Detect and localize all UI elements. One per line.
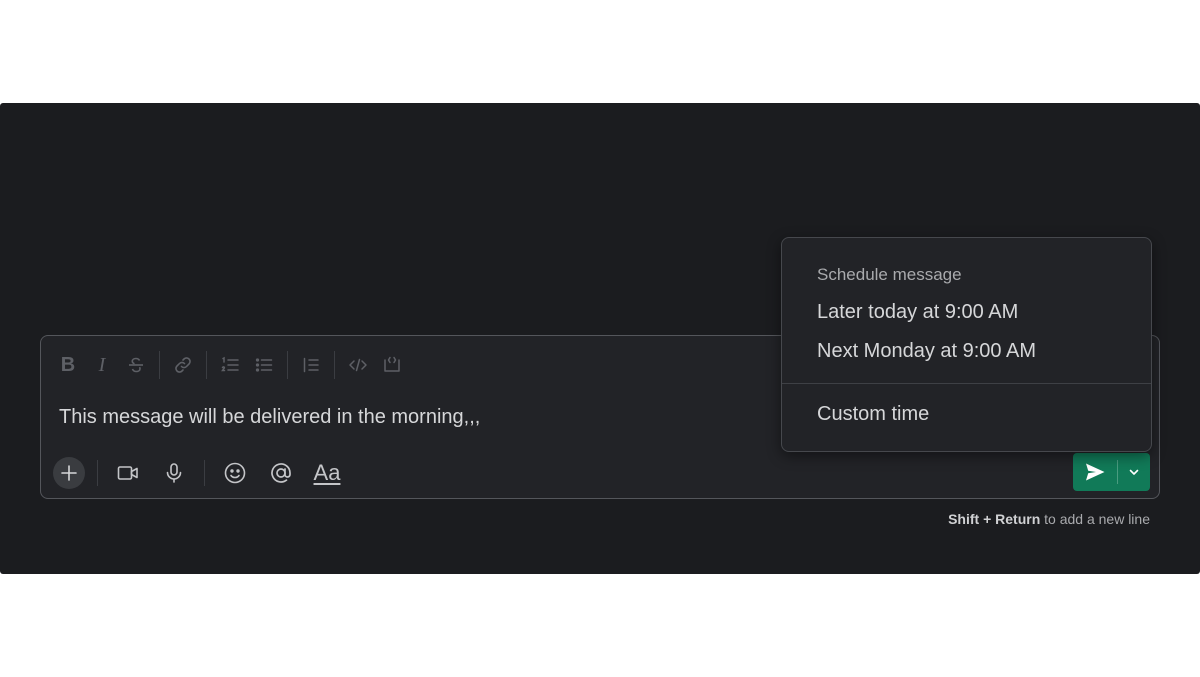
toolbar-divider <box>287 351 288 379</box>
chevron-down-icon <box>1129 469 1139 475</box>
send-button[interactable] <box>1073 453 1117 491</box>
toolbar-divider <box>334 351 335 379</box>
toolbar-divider <box>204 460 205 486</box>
link-button[interactable] <box>166 349 200 381</box>
schedule-custom-time[interactable]: Custom time <box>782 395 1151 433</box>
send-button-group <box>1073 453 1150 491</box>
code-block-icon <box>384 356 400 372</box>
schedule-later-today[interactable]: Later today at 9:00 AM <box>782 293 1151 331</box>
toolbar-divider <box>97 460 98 486</box>
bullet-list-button[interactable] <box>247 349 281 381</box>
schedule-next-monday[interactable]: Next Monday at 9:00 AM <box>782 332 1151 370</box>
italic-button[interactable]: I <box>85 349 119 381</box>
send-icon <box>1086 463 1105 481</box>
strikethrough-button[interactable] <box>119 349 153 381</box>
message-input[interactable]: This message will be delivered in the mo… <box>59 406 480 429</box>
schedule-options-button[interactable] <box>1118 453 1150 491</box>
bullet-list-icon <box>255 358 273 372</box>
audio-clip-button[interactable] <box>156 455 192 491</box>
code-block-button[interactable] <box>375 349 409 381</box>
menu-divider <box>782 383 1151 384</box>
add-attachment-button[interactable] <box>53 457 85 489</box>
ordered-list-button[interactable] <box>213 349 247 381</box>
new-line-hint: Shift + Return to add a new line <box>948 511 1150 527</box>
schedule-menu-header: Schedule message <box>817 265 962 284</box>
hint-suffix: to add a new line <box>1040 511 1150 527</box>
blockquote-button[interactable] <box>294 349 328 381</box>
microphone-icon <box>166 463 182 483</box>
code-icon <box>349 358 367 372</box>
hint-shortcut: Shift + Return <box>948 511 1041 527</box>
video-camera-icon <box>117 466 138 480</box>
toolbar-divider <box>159 351 160 379</box>
code-button[interactable] <box>341 349 375 381</box>
strikethrough-icon <box>129 357 143 373</box>
ordered-list-icon <box>221 356 239 372</box>
toolbar-divider <box>206 351 207 379</box>
schedule-message-menu: Schedule message Later today at 9:00 AM … <box>781 237 1152 452</box>
at-sign-icon <box>271 463 291 483</box>
composer-actions: Aa <box>53 453 355 493</box>
bold-button[interactable]: B <box>51 349 85 381</box>
mention-button[interactable] <box>263 455 299 491</box>
smiley-icon <box>224 462 246 484</box>
italic-label: I <box>98 353 106 376</box>
video-clip-button[interactable] <box>110 455 146 491</box>
link-icon <box>175 357 191 373</box>
emoji-button[interactable] <box>217 455 253 491</box>
formatting-toggle-label: Aa <box>313 460 341 485</box>
plus-icon <box>61 465 77 481</box>
blockquote-icon <box>303 357 319 373</box>
format-toolbar: B I <box>51 349 409 381</box>
formatting-toggle-button[interactable]: Aa <box>309 455 345 491</box>
bold-label: B <box>60 353 76 376</box>
